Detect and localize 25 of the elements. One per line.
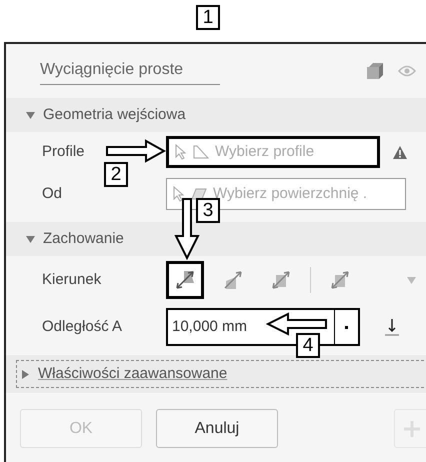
feature-title: Wyciągnięcie proste <box>40 58 220 84</box>
flip-direction-icon[interactable] <box>384 317 400 337</box>
shape-icon <box>193 145 209 159</box>
callout-label: 2 <box>104 162 128 187</box>
cursor-icon <box>173 186 185 202</box>
dropdown-caret-icon[interactable] <box>407 276 416 284</box>
callout-label: 4 <box>296 333 320 358</box>
field-label: Profile <box>42 142 85 162</box>
callout-label: 1 <box>196 5 220 30</box>
cursor-icon <box>175 144 187 160</box>
field-label: Od <box>42 184 62 204</box>
direction-button[interactable] <box>166 261 204 299</box>
section-header[interactable]: Właściwości zaawansowane <box>16 360 426 388</box>
shape-icon <box>191 187 207 201</box>
field-label: Kierunek <box>42 270 102 290</box>
section-header[interactable]: Zachowanie <box>26 228 124 250</box>
callout-arrow <box>106 139 166 163</box>
dialog-button[interactable]: Anuluj <box>156 409 278 448</box>
field-label: Odległość A <box>42 316 122 337</box>
eye-icon[interactable] <box>398 65 416 77</box>
plus-icon <box>403 420 421 438</box>
callout-label: 3 <box>196 198 220 223</box>
cube-icon <box>366 62 384 80</box>
callout-arrow <box>174 198 200 260</box>
callout-arrow <box>266 312 328 336</box>
